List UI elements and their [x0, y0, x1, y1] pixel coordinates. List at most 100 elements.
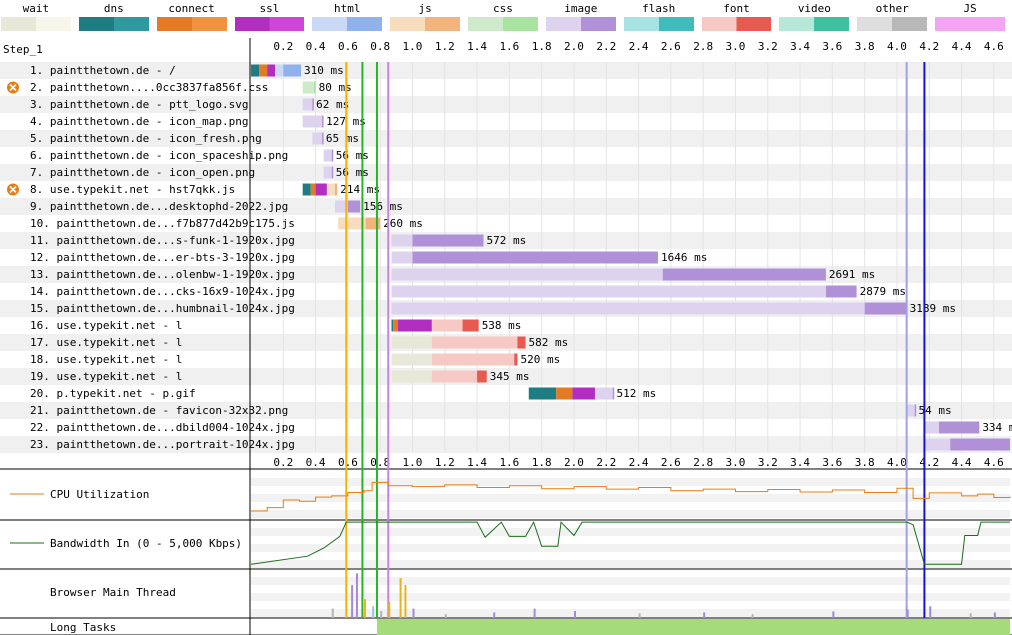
ttfb-bar	[391, 302, 865, 315]
request-time-label: 334 ms	[982, 421, 1012, 434]
main-thread-spike	[929, 606, 932, 618]
x-tick-label-bottom: 0.4	[306, 456, 326, 469]
x-tick-label-bottom: 1.0	[403, 456, 423, 469]
dns-bar	[302, 183, 311, 196]
panel-stripe	[251, 560, 1010, 568]
x-tick-label-bottom: 4.4	[952, 456, 972, 469]
panel-stripe	[251, 544, 1010, 552]
download-bar	[365, 217, 381, 230]
x-tick-label-bottom: 1.2	[435, 456, 455, 469]
request-time-label: 582 ms	[529, 336, 569, 349]
download-bar	[938, 421, 980, 434]
x-tick-label-top: 1.2	[435, 40, 455, 53]
request-label: 6. paintthetown.de - icon_spaceship.png	[30, 149, 288, 162]
request-label: 8. use.typekit.net - hst7qkk.js	[30, 183, 235, 196]
x-tick-label-top: 2.0	[564, 40, 584, 53]
ssl-bar	[572, 387, 595, 400]
download-bar	[322, 132, 324, 145]
request-label: 3. paintthetown.de - ptt_logo.svg	[30, 98, 249, 111]
request-label: 7. paintthetown.de - icon_open.png	[30, 166, 255, 179]
main-thread-spike	[533, 608, 536, 618]
x-tick-label-top: 1.6	[499, 40, 519, 53]
download-bar	[662, 268, 826, 281]
main-thread-spike	[703, 612, 706, 618]
long-tasks-panel-label: Long Tasks	[50, 621, 116, 634]
download-bar	[412, 251, 658, 264]
request-label: 17. use.typekit.net - l	[30, 336, 182, 349]
download-bar	[334, 183, 338, 196]
request-label: 4. paintthetown.de - icon_map.png	[30, 115, 249, 128]
ssl-bar	[315, 183, 327, 196]
ttfb-bar	[302, 115, 323, 128]
main-thread-spike	[832, 611, 835, 618]
ttfb-bar	[323, 149, 332, 162]
request-label: 21. paintthetown.de - favicon-32x32.png	[30, 404, 288, 417]
connect-bar	[310, 183, 316, 196]
x-tick-label-bottom: 2.6	[661, 456, 681, 469]
bandwidth-panel-label: Bandwidth In (0 - 5,000 Kbps)	[50, 537, 242, 550]
connect-bar	[259, 64, 268, 77]
x-tick-label-bottom: 3.0	[726, 456, 746, 469]
main-thread-panel-label: Browser Main Thread	[50, 586, 176, 599]
connect-bar	[393, 319, 398, 332]
request-label: 16. use.typekit.net - l	[30, 319, 182, 332]
main-thread-spike	[331, 608, 334, 618]
request-time-label: 520 ms	[520, 353, 560, 366]
x-tick-label-bottom: 2.0	[564, 456, 584, 469]
main-thread-spike	[355, 573, 358, 618]
request-time-label: 572 ms	[487, 234, 527, 247]
ttfb-bar	[275, 64, 284, 77]
x-tick-label-top: 0.4	[306, 40, 326, 53]
download-bar	[612, 387, 615, 400]
request-time-label: 538 ms	[482, 319, 522, 332]
download-bar	[864, 302, 907, 315]
ttfb-bar	[924, 421, 939, 434]
x-tick-label-top: 3.2	[758, 40, 778, 53]
main-thread-spike	[906, 609, 909, 618]
ttfb-bar	[391, 268, 663, 281]
x-tick-label-bottom: 4.0	[887, 456, 907, 469]
x-tick-label-top: 4.2	[919, 40, 939, 53]
request-label: 22. paintthetown.de...dbild004-1024x.jpg	[30, 421, 295, 434]
main-thread-spike	[364, 599, 367, 618]
download-bar	[825, 285, 857, 298]
request-time-label: 512 ms	[617, 387, 657, 400]
download-bar	[514, 353, 518, 366]
x-tick-label-bottom: 2.2	[596, 456, 616, 469]
main-thread-spike	[573, 610, 576, 618]
request-label: 13. paintthetown.de...olenbw-1-1920x.jpg	[30, 268, 295, 281]
download-bar	[313, 81, 316, 94]
request-label: 1. paintthetown.de - /	[30, 64, 176, 77]
download-bar	[412, 234, 484, 247]
x-tick-label-top: 3.6	[822, 40, 842, 53]
request-label: 15. paintthetown.de...humbnail-1024x.jpg	[30, 302, 295, 315]
x-tick-label-bottom: 3.2	[758, 456, 778, 469]
ssl-bar	[397, 319, 432, 332]
ttfb-bar	[594, 387, 613, 400]
x-tick-label-top: 0.2	[273, 40, 293, 53]
x-tick-label-bottom: 1.8	[532, 456, 552, 469]
x-tick-label-bottom: 0.2	[273, 456, 293, 469]
request-label: 23. paintthetown.de...portrait-1024x.jpg	[30, 438, 295, 451]
x-tick-label-bottom: 2.8	[693, 456, 713, 469]
request-label: 2. paintthetown....0cc3837fa856f.css	[30, 81, 268, 94]
x-tick-label-top: 3.8	[855, 40, 875, 53]
ssl-bar	[267, 64, 276, 77]
x-tick-label-bottom: 1.4	[467, 456, 487, 469]
request-label: 14. paintthetown.de...cks-16x9-1024x.jpg	[30, 285, 295, 298]
x-tick-label-top: 1.0	[403, 40, 423, 53]
download-bar	[331, 149, 334, 162]
download-bar	[283, 64, 302, 77]
x-tick-label-top: 2.8	[693, 40, 713, 53]
ttfb-bar	[906, 404, 915, 417]
request-time-label: 56 ms	[336, 166, 369, 179]
x-tick-label-top: 4.4	[952, 40, 972, 53]
wait-bar	[391, 370, 432, 383]
download-bar	[331, 166, 334, 179]
ttfb-bar	[431, 353, 515, 366]
x-tick-label-top: 1.8	[532, 40, 552, 53]
request-time-label: 310 ms	[304, 64, 344, 77]
x-tick-label-top: 2.6	[661, 40, 681, 53]
panel-stripe	[251, 478, 1010, 486]
x-tick-label-top: 2.4	[629, 40, 649, 53]
